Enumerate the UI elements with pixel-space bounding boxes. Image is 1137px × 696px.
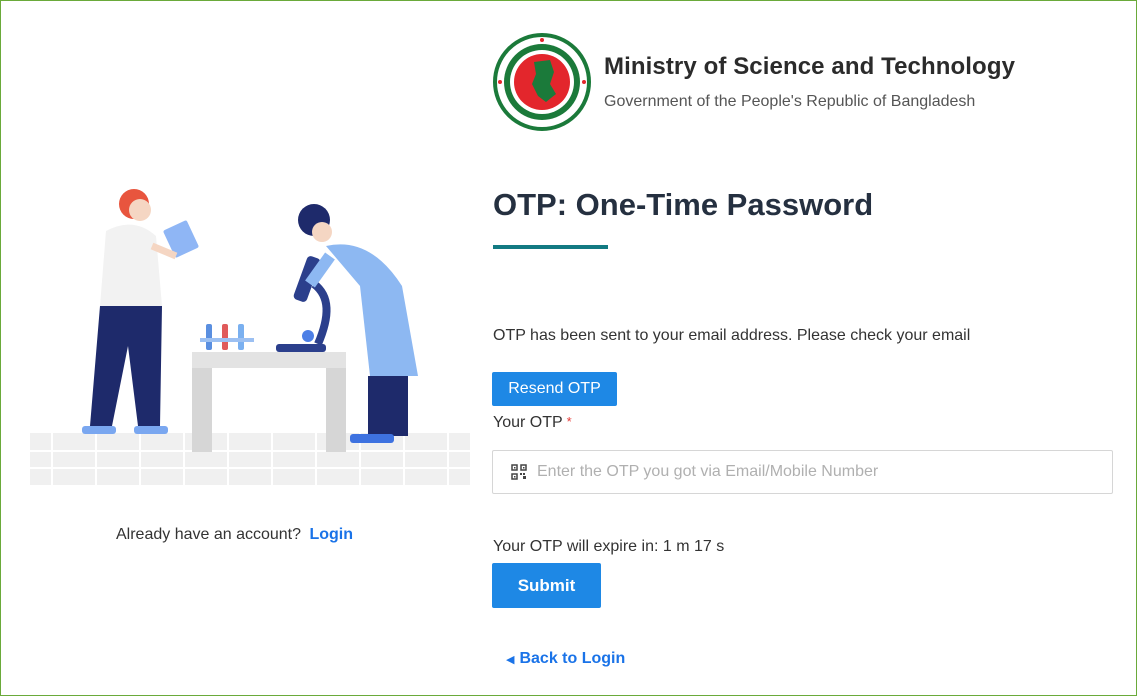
required-marker: * — [566, 414, 572, 429]
otp-sent-message: OTP has been sent to your email address.… — [493, 327, 971, 344]
login-link[interactable]: Login — [309, 526, 353, 543]
title-underline — [493, 245, 608, 249]
otp-input[interactable] — [535, 451, 1112, 493]
caret-left-icon: ◀ — [506, 653, 515, 666]
submit-button[interactable]: Submit — [492, 563, 601, 608]
otp-input-wrapper — [492, 450, 1113, 494]
brand-header: Ministry of Science and Technology Gover… — [492, 32, 1015, 132]
otp-label-text: Your OTP — [493, 414, 563, 431]
ministry-title: Ministry of Science and Technology — [604, 53, 1016, 80]
otp-expiry-text: Your OTP will expire in: 1 m 17 s — [493, 538, 725, 555]
lab-scientists-illustration — [30, 189, 470, 485]
otp-field-label: Your OTP * — [493, 414, 572, 432]
government-subtitle: Government of the People's Republic of B… — [604, 93, 976, 110]
resend-otp-button[interactable]: Resend OTP — [492, 372, 617, 406]
page-title: OTP: One-Time Password — [493, 187, 874, 222]
back-to-login-link[interactable]: ◀ Back to Login — [506, 650, 625, 668]
bangladesh-government-seal — [493, 33, 591, 131]
qr-code-icon — [511, 464, 527, 480]
back-to-login-label: Back to Login — [519, 650, 626, 667]
brand-text: Ministry of Science and Technology Gover… — [604, 53, 1015, 111]
account-prompt: Already have an account? Login — [116, 526, 353, 544]
account-prompt-text: Already have an account? — [116, 526, 302, 543]
